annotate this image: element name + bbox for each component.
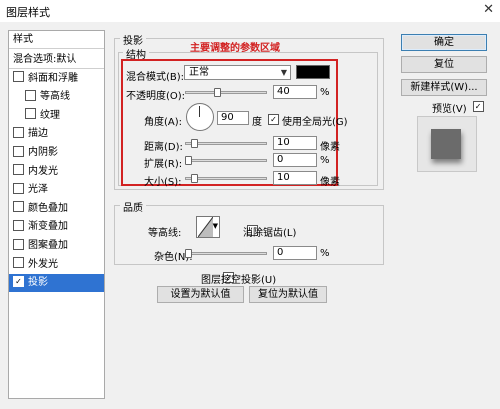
style-list-item-label: 内发光 <box>28 165 58 177</box>
ok-button[interactable]: 确定 <box>401 34 487 51</box>
style-list-item[interactable]: 外发光 <box>9 256 104 274</box>
annotation-text: 主要调整的参数区域 <box>190 43 280 54</box>
style-checkbox[interactable] <box>13 257 24 269</box>
style-checkbox[interactable] <box>13 182 24 194</box>
distance-input[interactable]: 10 <box>273 136 317 150</box>
style-list-item[interactable]: 内阴影 <box>9 144 104 162</box>
global-light-label: 使用全局光(G) <box>282 117 348 128</box>
blend-mode-select[interactable]: 正常 ▼ <box>184 65 291 80</box>
opacity-label: 不透明度(O): <box>126 91 186 102</box>
size-input[interactable]: 10 <box>273 171 317 185</box>
style-list-item-label: 内阴影 <box>28 147 58 158</box>
angle-label: 角度(A): <box>144 117 183 128</box>
reset-default-button[interactable]: 复位为默认值 <box>249 286 327 303</box>
style-list: 样式 混合选项:默认斜面和浮雕等高线纹理描边内阴影内发光光泽颜色叠加渐变叠加图案… <box>8 30 105 399</box>
reset-button[interactable]: 复位 <box>401 56 487 73</box>
shadow-color-swatch[interactable] <box>296 65 330 79</box>
spread-slider-track[interactable] <box>185 159 267 162</box>
style-list-item[interactable]: 描边 <box>9 125 104 143</box>
contour-label: 等高线: <box>148 228 182 239</box>
size-slider-thumb[interactable] <box>191 174 198 183</box>
style-list-item-label: 图案叠加 <box>28 240 68 251</box>
distance-unit: 像素 <box>320 142 340 153</box>
noise-slider-thumb[interactable] <box>185 249 192 258</box>
style-checkbox[interactable] <box>13 164 24 176</box>
contour-picker[interactable]: ▼ <box>196 216 220 238</box>
angle-unit: 度 <box>252 117 262 128</box>
style-list-header[interactable]: 样式 <box>9 31 104 49</box>
style-list-item[interactable]: 光泽 <box>9 181 104 199</box>
style-list-item-label: 光泽 <box>28 184 48 196</box>
style-list-item-label: 混合选项:默认 <box>13 54 77 65</box>
style-list-item[interactable]: 混合选项:默认 <box>9 51 104 69</box>
quality-title: 品质 <box>120 199 146 214</box>
style-preview <box>417 116 477 172</box>
spread-slider-thumb[interactable] <box>185 156 192 165</box>
opacity-slider-track[interactable] <box>185 91 267 94</box>
style-list-item-label: 渐变叠加 <box>28 221 68 233</box>
chevron-down-icon: ▼ <box>212 222 218 230</box>
spread-unit: % <box>320 155 330 166</box>
blend-mode-label: 混合模式(B): <box>126 72 185 83</box>
style-list-item[interactable]: ✓ 投影 <box>9 274 104 293</box>
distance-label: 距离(D): <box>144 142 183 153</box>
style-list-item[interactable]: 斜面和浮雕 <box>9 70 104 88</box>
angle-dial[interactable] <box>186 103 214 131</box>
style-list-item-label: 纹理 <box>40 109 60 121</box>
style-list-item[interactable]: 内发光 <box>9 163 104 181</box>
global-light-checkbox[interactable]: ✓ <box>268 114 279 125</box>
style-checkbox[interactable] <box>13 219 24 231</box>
size-label: 大小(S): <box>144 177 182 188</box>
distance-slider-thumb[interactable] <box>191 139 198 148</box>
style-checkbox[interactable] <box>13 238 24 250</box>
preview-checkbox[interactable]: ✓ <box>472 101 484 112</box>
shadow-section-title: 投影 <box>120 32 146 47</box>
chevron-down-icon: ▼ <box>280 68 287 77</box>
angle-dial-needle <box>199 106 200 117</box>
opacity-input[interactable]: 40 <box>273 85 317 99</box>
noise-unit: % <box>320 248 330 259</box>
make-default-button[interactable]: 设置为默认值 <box>157 286 244 303</box>
style-list-item[interactable]: 颜色叠加 <box>9 200 104 218</box>
knockout-label: 图层挖空投影(U) <box>201 275 277 286</box>
spread-label: 扩展(R): <box>144 159 183 170</box>
noise-slider-track[interactable] <box>185 252 267 255</box>
style-list-item-label: 外发光 <box>28 258 58 270</box>
opacity-unit: % <box>320 87 330 98</box>
style-checkbox[interactable]: ✓ <box>13 275 24 287</box>
style-list-item[interactable]: 渐变叠加 <box>9 218 104 236</box>
style-list-item[interactable]: 纹理 <box>9 107 104 125</box>
style-checkbox[interactable] <box>13 71 24 83</box>
style-list-item-label: 斜面和浮雕 <box>28 72 78 84</box>
style-checkbox[interactable] <box>13 126 24 138</box>
preview-label: 预览(V) <box>432 104 467 115</box>
style-list-item-label: 描边 <box>28 128 48 140</box>
opacity-slider-thumb[interactable] <box>214 88 221 97</box>
style-list-item-label: 投影 <box>28 277 48 289</box>
style-list-item[interactable]: 等高线 <box>9 88 104 106</box>
size-unit: 像素 <box>320 177 340 188</box>
antialias-label: 消除锯齿(L) <box>243 228 297 239</box>
style-checkbox[interactable] <box>13 145 24 157</box>
window-title: 图层样式 <box>6 6 50 19</box>
style-checkbox[interactable] <box>13 201 24 213</box>
preview-swatch <box>431 129 461 159</box>
style-list-item[interactable]: 图案叠加 <box>9 237 104 255</box>
style-checkbox[interactable] <box>25 108 36 120</box>
style-checkbox[interactable] <box>25 89 36 101</box>
close-icon[interactable]: ✕ <box>483 2 494 17</box>
style-list-item-label: 等高线 <box>40 91 70 103</box>
spread-input[interactable]: 0 <box>273 153 317 167</box>
contour-curve-icon <box>198 217 213 237</box>
style-list-item-label: 颜色叠加 <box>28 202 68 214</box>
title-bar: 图层样式 ✕ <box>0 0 500 23</box>
angle-input[interactable]: 90 <box>217 111 249 125</box>
noise-input[interactable]: 0 <box>273 246 317 260</box>
blend-mode-value: 正常 <box>189 67 209 78</box>
new-style-button[interactable]: 新建样式(W)... <box>401 79 487 96</box>
